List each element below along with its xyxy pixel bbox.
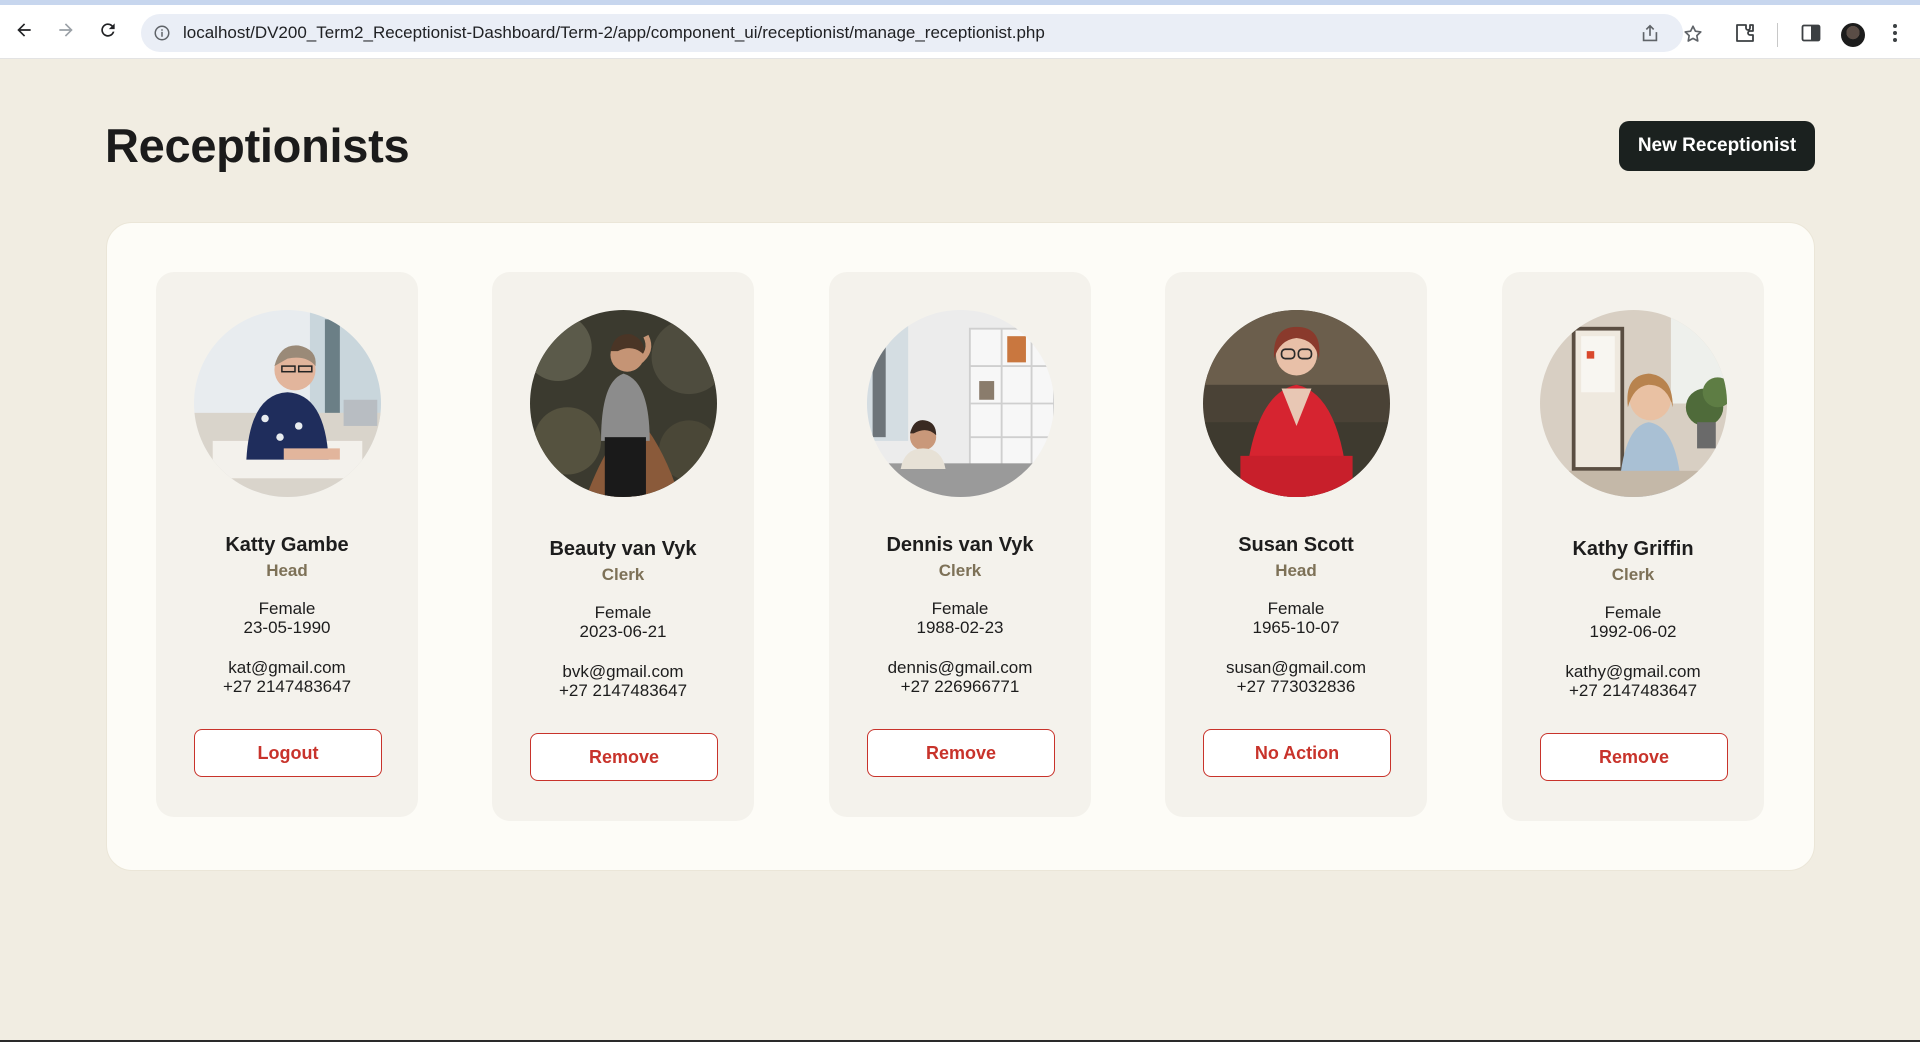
- new-receptionist-button[interactable]: New Receptionist: [1619, 121, 1815, 171]
- receptionist-gender: Female: [931, 599, 989, 618]
- avatar: [867, 310, 1054, 497]
- receptionist-email: susan@gmail.com: [1225, 658, 1367, 677]
- receptionist-phone: +27 2147483647: [222, 677, 352, 696]
- receptionist-dob: 23-05-1990: [243, 618, 331, 637]
- forward-button[interactable]: [51, 15, 81, 45]
- back-button[interactable]: [9, 15, 39, 45]
- receptionist-card: Beauty van Vyk Clerk Female 2023-06-21 b…: [492, 272, 754, 821]
- star-icon[interactable]: [1682, 23, 1704, 45]
- profile-avatar[interactable]: [1841, 23, 1865, 47]
- browser-toolbar: localhost/DV200_Term2_Receptionist-Dashb…: [0, 5, 1920, 59]
- logout-button[interactable]: Logout: [194, 729, 382, 777]
- receptionist-phone: +27 2147483647: [558, 681, 688, 700]
- receptionist-card: Dennis van Vyk Clerk Female 1988-02-23 d…: [829, 272, 1091, 817]
- more-menu-icon[interactable]: [1883, 21, 1907, 45]
- receptionist-email: kat@gmail.com: [228, 658, 346, 677]
- remove-button[interactable]: Remove: [867, 729, 1055, 777]
- receptionist-gender: Female: [594, 603, 652, 622]
- page-title: Receptionists: [105, 119, 410, 172]
- receptionist-name: Susan Scott: [1238, 534, 1354, 556]
- reload-icon: [101, 23, 115, 37]
- receptionist-role: Head: [1275, 561, 1317, 580]
- receptionists-panel: Katty Gambe Head Female 23-05-1990 kat@g…: [106, 222, 1815, 871]
- avatar: [1540, 310, 1727, 497]
- receptionist-email: kathy@gmail.com: [1565, 662, 1701, 681]
- receptionist-name: Beauty van Vyk: [549, 538, 697, 560]
- avatar: [530, 310, 717, 497]
- reload-button[interactable]: [93, 15, 123, 45]
- receptionist-gender: Female: [258, 599, 316, 618]
- receptionist-card: Kathy Griffin Clerk Female 1992-06-02 ka…: [1502, 272, 1764, 821]
- receptionist-gender: Female: [1604, 603, 1662, 622]
- receptionist-role: Clerk: [601, 565, 645, 584]
- info-icon[interactable]: [153, 24, 171, 42]
- toolbar-divider: [1777, 23, 1778, 47]
- receptionist-dob: 2023-06-21: [579, 622, 667, 641]
- receptionist-phone: +27 226966771: [900, 677, 1020, 696]
- receptionist-name: Kathy Griffin: [1572, 538, 1694, 560]
- extensions-icon[interactable]: [1733, 21, 1757, 45]
- receptionist-dob: 1992-06-02: [1589, 622, 1677, 641]
- receptionist-dob: 1965-10-07: [1252, 618, 1340, 637]
- receptionist-card: Susan Scott Head Female 1965-10-07 susan…: [1165, 272, 1427, 817]
- receptionist-card: Katty Gambe Head Female 23-05-1990 kat@g…: [156, 272, 418, 817]
- receptionist-role: Head: [266, 561, 308, 580]
- receptionist-role: Clerk: [938, 561, 982, 580]
- receptionist-phone: +27 773032836: [1236, 677, 1356, 696]
- avatar: [1203, 310, 1390, 497]
- receptionist-phone: +27 2147483647: [1568, 681, 1698, 700]
- remove-button[interactable]: Remove: [530, 733, 718, 781]
- receptionist-email: dennis@gmail.com: [887, 658, 1033, 677]
- share-icon[interactable]: [1639, 23, 1661, 45]
- receptionist-email: bvk@gmail.com: [562, 662, 684, 681]
- remove-button[interactable]: Remove: [1540, 733, 1728, 781]
- receptionist-role: Clerk: [1611, 565, 1655, 584]
- url-text[interactable]: localhost/DV200_Term2_Receptionist-Dashb…: [183, 14, 1045, 52]
- side-panel-icon[interactable]: [1799, 21, 1823, 45]
- address-bar[interactable]: localhost/DV200_Term2_Receptionist-Dashb…: [141, 14, 1702, 52]
- receptionist-name: Dennis van Vyk: [886, 534, 1034, 556]
- receptionist-gender: Female: [1267, 599, 1325, 618]
- avatar: [194, 310, 381, 497]
- receptionist-dob: 1988-02-23: [916, 618, 1004, 637]
- arrow-right-icon: [59, 23, 73, 37]
- arrow-left-icon: [17, 23, 31, 37]
- receptionist-name: Katty Gambe: [225, 534, 349, 556]
- no-action-button[interactable]: No Action: [1203, 729, 1391, 777]
